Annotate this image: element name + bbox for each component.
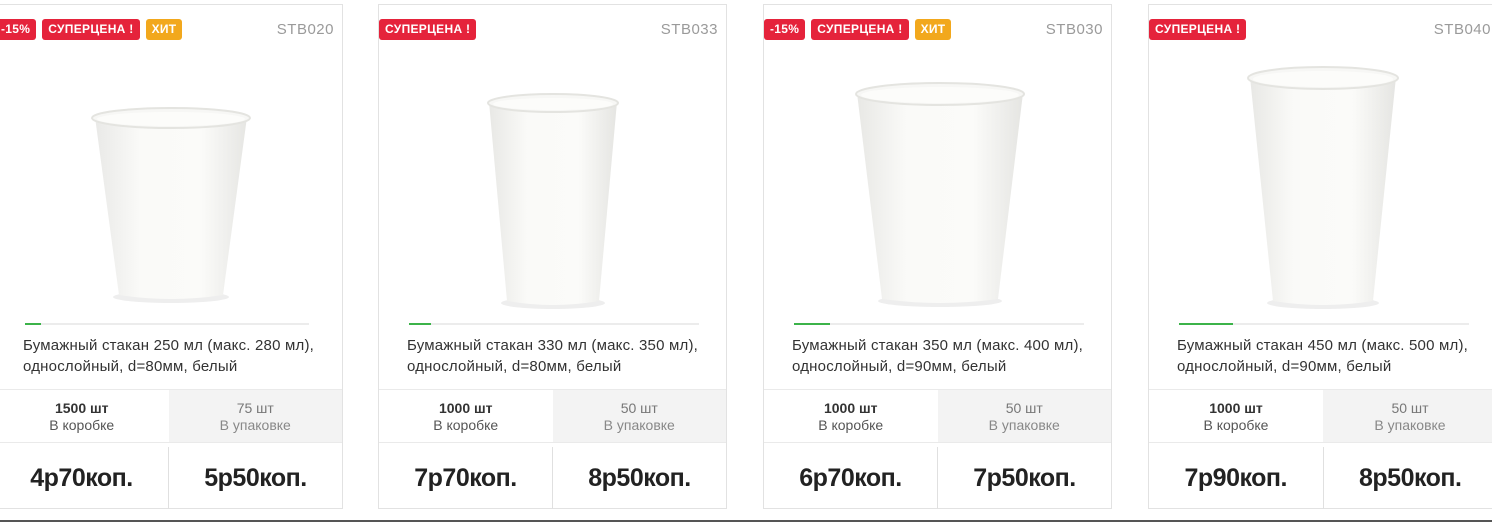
box-quantity: 1500 шт В коробке [0, 390, 169, 442]
pack-quantity: 75 шт В упаковке [168, 390, 342, 442]
discount-badge: -15% [0, 19, 37, 40]
box-qty-value: 1000 шт [1209, 400, 1263, 416]
paper-cup-icon [487, 93, 619, 309]
quantity-row: 1000 шт В коробке 50 шт В упаковке [764, 389, 1111, 443]
paper-cup-icon [855, 82, 1025, 307]
product-card[interactable]: -15% СУПЕРЦЕНА ! ХИТ STB030 Бумажный ста… [763, 4, 1112, 509]
slider-active-dot [794, 323, 830, 325]
pack-qty-label: В упаковке [988, 417, 1060, 433]
badge-group: СУПЕРЦЕНА ! [379, 19, 477, 40]
product-card[interactable]: СУПЕРЦЕНА ! STB033 Бумажный стакан 330 м… [378, 4, 727, 509]
pack-qty-value: 50 шт [1391, 400, 1429, 416]
price-row: 7р90коп. 8р50коп. [1149, 447, 1492, 509]
pack-quantity: 50 шт В упаковке [1323, 390, 1492, 442]
box-qty-label: В коробке [818, 417, 884, 433]
superprice-badge: СУПЕРЦЕНА ! [379, 19, 477, 40]
price-row: 7р70коп. 8р50коп. [379, 447, 726, 509]
box-qty-label: В коробке [1203, 417, 1269, 433]
product-title[interactable]: Бумажный стакан 350 мл (макс. 400 мл), о… [792, 335, 1097, 377]
badge-group: -15% СУПЕРЦЕНА ! ХИТ [0, 19, 183, 40]
product-sku: STB040 [1433, 21, 1491, 38]
box-qty-value: 1500 шт [54, 400, 109, 416]
product-sku: STB033 [660, 21, 718, 38]
pack-qty-label: В упаковке [219, 417, 291, 433]
pack-quantity: 50 шт В упаковке [937, 390, 1111, 442]
box-qty-label: В коробке [433, 417, 499, 433]
product-image[interactable] [764, 45, 1111, 317]
box-quantity: 1000 шт В коробке [379, 390, 553, 442]
product-card[interactable]: -15% СУПЕРЦЕНА ! ХИТ STB020 Бумажный ста… [0, 4, 343, 509]
price-row: 4р70коп. 5р50коп. [0, 447, 342, 509]
pack-qty-value: 50 шт [620, 400, 658, 416]
price-row: 6р70коп. 7р50коп. [764, 447, 1111, 509]
product-sku: STB020 [276, 21, 334, 38]
discount-badge: -15% [764, 19, 806, 40]
superprice-badge: СУПЕРЦЕНА ! [811, 19, 909, 40]
box-quantity: 1000 шт В коробке [764, 390, 938, 442]
pack-qty-label: В упаковке [603, 417, 675, 433]
quantity-row: 1500 шт В коробке 75 шт В упаковке [0, 389, 342, 443]
product-title[interactable]: Бумажный стакан 250 мл (макс. 280 мл), о… [23, 335, 328, 377]
product-image[interactable] [379, 45, 726, 317]
box-qty-value: 1000 шт [438, 400, 493, 416]
pack-quantity: 50 шт В упаковке [552, 390, 726, 442]
price-pack: 5р50коп. [204, 464, 307, 492]
bottom-divider [0, 520, 1492, 522]
price-pack: 8р50коп. [588, 464, 691, 492]
slider-active-dot [25, 323, 41, 325]
price-pack: 7р50коп. [973, 464, 1076, 492]
slider-active-dot [1179, 323, 1233, 325]
price-box: 6р70коп. [764, 447, 938, 509]
quantity-row: 1000 шт В коробке 50 шт В упаковке [379, 389, 726, 443]
box-qty-value: 1000 шт [823, 400, 878, 416]
quantity-row: 1000 шт В коробке 50 шт В упаковке [1149, 389, 1492, 443]
hit-badge: ХИТ [914, 19, 952, 40]
image-slider-indicator[interactable] [794, 323, 1084, 325]
product-image[interactable] [0, 45, 342, 317]
price-box: 7р70коп. [379, 447, 553, 509]
superprice-badge: СУПЕРЦЕНА ! [42, 19, 140, 40]
image-slider-indicator[interactable] [25, 323, 309, 325]
price-box: 7р90коп. [1149, 447, 1324, 509]
slider-active-dot [409, 323, 431, 325]
pack-qty-label: В упаковке [1374, 417, 1446, 433]
price-box: 4р70коп. [0, 447, 169, 509]
box-quantity: 1000 шт В коробке [1149, 390, 1323, 442]
product-image[interactable] [1149, 45, 1492, 317]
product-card[interactable]: СУПЕРЦЕНА ! STB040 Бумажный стакан 450 м… [1148, 4, 1492, 509]
pack-qty-value: 75 шт [236, 400, 274, 416]
pack-qty-value: 50 шт [1005, 400, 1043, 416]
product-title[interactable]: Бумажный стакан 330 мл (макс. 350 мл), о… [407, 335, 712, 377]
badge-group: СУПЕРЦЕНА ! [1149, 19, 1247, 40]
box-qty-label: В коробке [49, 417, 115, 433]
paper-cup-icon [91, 107, 251, 303]
product-title[interactable]: Бумажный стакан 450 мл (макс. 500 мл), о… [1177, 335, 1483, 377]
hit-badge: ХИТ [145, 19, 183, 40]
image-slider-indicator[interactable] [409, 323, 699, 325]
superprice-badge: СУПЕРЦЕНА ! [1149, 19, 1247, 40]
price-pack: 8р50коп. [1359, 464, 1462, 492]
paper-cup-icon [1247, 66, 1399, 309]
product-sku: STB030 [1045, 21, 1103, 38]
image-slider-indicator[interactable] [1179, 323, 1469, 325]
badge-group: -15% СУПЕРЦЕНА ! ХИТ [764, 19, 952, 40]
